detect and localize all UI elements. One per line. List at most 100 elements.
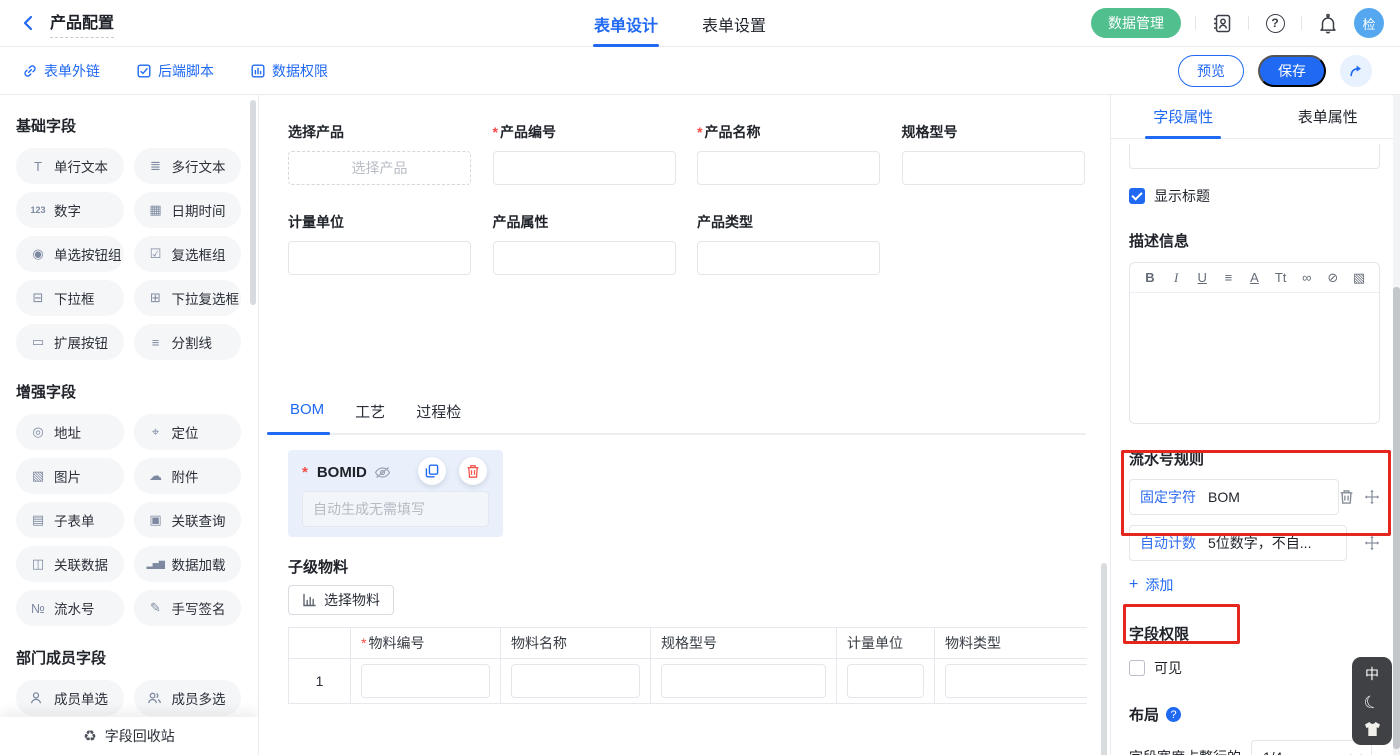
field-pill-serial-number[interactable]: №流水号	[16, 590, 124, 626]
sidebar-scrollbar[interactable]	[250, 100, 256, 305]
backend-script-button[interactable]: 后端脚本	[136, 61, 214, 81]
row-spec-model-input[interactable]	[661, 664, 826, 698]
field-pill-linked-data[interactable]: ◫关联数据	[16, 546, 124, 582]
delete-field-button[interactable]	[459, 457, 487, 485]
material-type-input[interactable]	[945, 664, 1087, 698]
panel-scrollbar-track[interactable]	[1393, 95, 1400, 755]
selected-field-bomid[interactable]: *BOMID	[288, 450, 503, 537]
pick-material-button[interactable]: 选择物料	[288, 585, 394, 615]
font-size-icon[interactable]: Tt	[1274, 270, 1288, 285]
align-icon[interactable]: ≡	[1221, 270, 1235, 285]
field-pill-radio-group[interactable]: ◉单选按钮组	[16, 236, 124, 272]
field-pill-address[interactable]: ◎地址	[16, 414, 124, 450]
preview-button[interactable]: 预览	[1178, 55, 1244, 87]
tab-field-properties[interactable]: 字段属性	[1111, 95, 1256, 138]
show-title-checkbox-row[interactable]: 显示标题	[1129, 186, 1380, 206]
serial-rule-auto-count[interactable]: 自动计数 5位数字，不自...	[1129, 525, 1347, 561]
address-book-icon[interactable]	[1210, 11, 1234, 35]
row-unit-input[interactable]	[847, 664, 924, 698]
underline-icon[interactable]: U	[1195, 270, 1209, 285]
description-editor-content[interactable]	[1130, 293, 1379, 423]
unlink-icon[interactable]: ⊘	[1326, 270, 1340, 286]
address-icon: ◎	[29, 424, 47, 440]
field-pill-signature[interactable]: ✎手写签名	[134, 590, 242, 626]
material-name-input[interactable]	[511, 664, 640, 698]
field-pill-number[interactable]: 123数字	[16, 192, 124, 228]
field-recycle-bin-button[interactable]: ♻ 字段回收站	[0, 717, 258, 755]
field-pill-extend-button[interactable]: ▭扩展按钮	[16, 324, 124, 360]
link-icon[interactable]: ∞	[1300, 270, 1314, 285]
tab-process-check[interactable]: 过程检	[414, 401, 463, 433]
canvas-field-unit[interactable]: 计量单位	[288, 212, 493, 275]
language-toggle-icon[interactable]: 中	[1365, 664, 1379, 684]
product-code-input[interactable]	[493, 151, 676, 185]
field-pill-multi-select[interactable]: ⊞下拉复选框	[134, 280, 242, 316]
canvas-field-select-product[interactable]: 选择产品	[288, 122, 493, 185]
tab-bom[interactable]: BOM	[288, 401, 326, 433]
notification-bell-icon[interactable]	[1316, 11, 1340, 35]
tab-form-settings[interactable]: 表单设置	[702, 0, 766, 47]
font-color-icon[interactable]: A	[1248, 270, 1262, 285]
visible-checkbox-row[interactable]: 可见	[1129, 658, 1380, 678]
spec-model-input[interactable]	[902, 151, 1085, 185]
panel-scrollbar-thumb[interactable]	[1393, 287, 1400, 749]
help-icon[interactable]: ?	[1263, 11, 1287, 35]
canvas-field-product-name[interactable]: *产品名称	[697, 122, 902, 185]
field-title-input-clipped[interactable]	[1129, 144, 1380, 169]
material-code-input[interactable]	[361, 664, 490, 698]
tab-form-properties[interactable]: 表单属性	[1256, 95, 1400, 138]
field-pill-select[interactable]: ⊟下拉框	[16, 280, 124, 316]
canvas-field-spec-model[interactable]: 规格型号	[902, 122, 1107, 185]
share-button[interactable]	[1340, 55, 1372, 87]
field-pill-attachment[interactable]: ☁附件	[134, 458, 242, 494]
section-title-member-fields: 部门成员字段	[16, 647, 241, 668]
copy-field-button[interactable]	[418, 457, 446, 485]
field-pill-member-multi[interactable]: 成员多选	[134, 680, 242, 716]
attachment-icon: ☁	[147, 468, 165, 484]
save-button[interactable]: 保存	[1258, 55, 1326, 87]
field-pill-divider[interactable]: ≡分割线	[134, 324, 242, 360]
field-pill-single-line-text[interactable]: T单行文本	[16, 148, 124, 184]
canvas-field-product-code[interactable]: *产品编号	[493, 122, 698, 185]
signature-icon: ✎	[147, 600, 165, 616]
field-pill-locate[interactable]: ⌖定位	[134, 414, 242, 450]
insert-image-icon[interactable]: ▧	[1352, 270, 1366, 286]
product-type-input[interactable]	[697, 241, 880, 275]
italic-icon[interactable]: I	[1169, 270, 1183, 286]
select-product-input[interactable]	[288, 151, 471, 185]
field-pill-multi-line-text[interactable]: ≣多行文本	[134, 148, 242, 184]
canvas-scrollbar[interactable]	[1101, 563, 1107, 755]
product-attr-input[interactable]	[493, 241, 676, 275]
layout-help-icon[interactable]: ?	[1166, 707, 1181, 722]
data-permission-button[interactable]: 数据权限	[250, 61, 328, 81]
unit-input[interactable]	[288, 241, 471, 275]
serial-rule-fixed-char[interactable]: 固定字符 BOM	[1129, 479, 1339, 515]
field-pill-member-single[interactable]: 成员单选	[16, 680, 124, 716]
field-pill-image[interactable]: ▧图片	[16, 458, 124, 494]
data-manage-button[interactable]: 数据管理	[1091, 8, 1181, 38]
show-title-checkbox[interactable]	[1129, 188, 1145, 204]
dark-mode-moon-icon[interactable]: ☾	[1362, 691, 1383, 715]
field-pill-data-load[interactable]: ▂▅▇数据加载	[134, 546, 242, 582]
tab-process[interactable]: 工艺	[353, 401, 387, 433]
field-pill-subform[interactable]: ▤子表单	[16, 502, 124, 538]
field-pill-datetime[interactable]: ▦日期时间	[134, 192, 242, 228]
page-title[interactable]: 产品配置	[50, 9, 114, 38]
canvas-field-product-attr[interactable]: 产品属性	[493, 212, 698, 275]
form-external-link-button[interactable]: 表单外链	[22, 61, 100, 81]
field-pill-linked-query[interactable]: ▣关联查询	[134, 502, 242, 538]
canvas-field-product-type[interactable]: 产品类型	[697, 212, 902, 275]
field-pill-checkbox-group[interactable]: ☑复选框组	[134, 236, 242, 272]
delete-rule-button[interactable]	[1339, 489, 1354, 505]
user-avatar[interactable]: 检	[1354, 8, 1384, 38]
product-name-input[interactable]	[697, 151, 880, 185]
drag-rule-handle[interactable]	[1364, 489, 1380, 505]
bold-icon[interactable]: B	[1143, 270, 1157, 285]
drag-rule-handle[interactable]	[1364, 535, 1380, 551]
back-button[interactable]	[20, 14, 38, 32]
add-rule-button[interactable]: + 添加	[1129, 575, 1380, 595]
visible-checkbox[interactable]	[1129, 660, 1145, 676]
tab-form-design[interactable]: 表单设计	[594, 0, 658, 47]
theme-shirt-icon[interactable]	[1363, 721, 1382, 737]
bomid-input[interactable]	[302, 491, 489, 527]
